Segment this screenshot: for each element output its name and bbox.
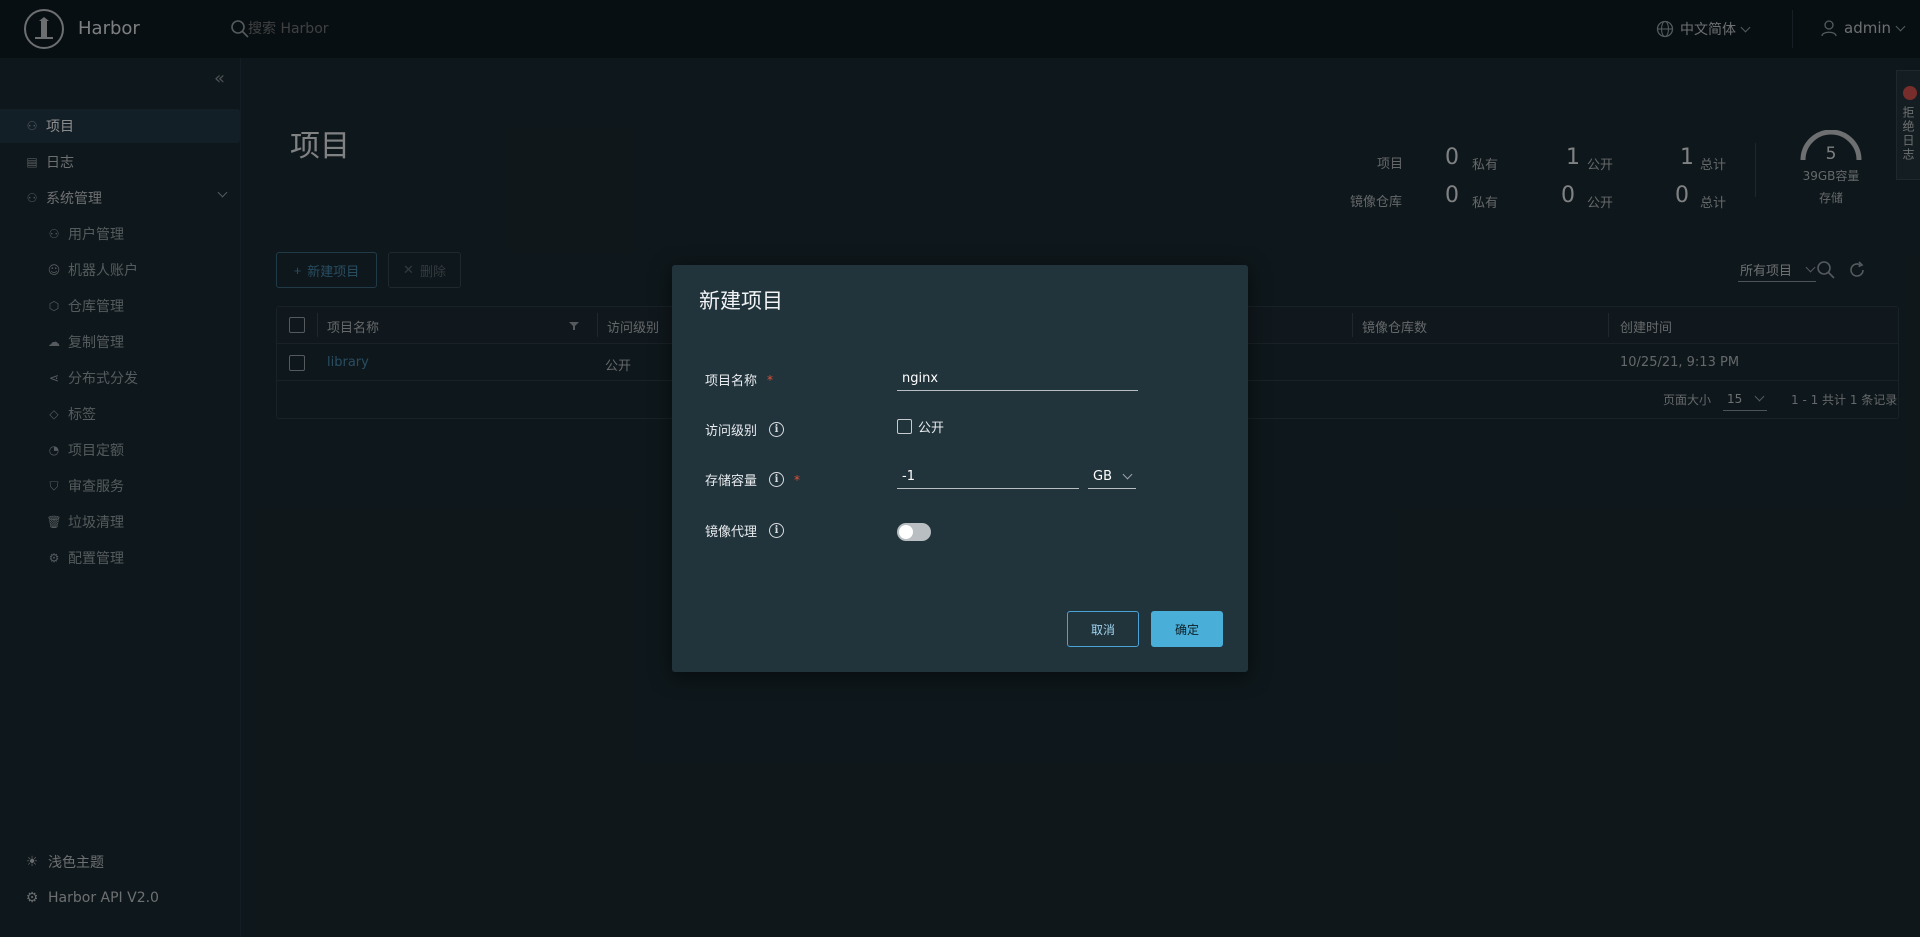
access-level-text: 访问级别: [705, 424, 758, 439]
project-name-label: 项目名称 *: [705, 370, 774, 390]
public-checkbox-group[interactable]: 公开: [897, 417, 944, 436]
storage-unit-select[interactable]: GB: [1088, 465, 1136, 489]
storage-quota-text: 存储容量: [705, 474, 758, 489]
project-name-text: 项目名称: [705, 374, 758, 389]
info-icon[interactable]: i: [769, 422, 785, 437]
cancel-button[interactable]: 取消: [1067, 611, 1139, 647]
required-marker: *: [794, 472, 801, 487]
dialog-title: 新建项目: [699, 289, 783, 313]
required-marker: *: [767, 372, 774, 387]
access-level-label: 访问级别 i: [705, 420, 785, 439]
public-checkbox[interactable]: [897, 419, 912, 434]
proxy-cache-label: 镜像代理 i: [705, 521, 785, 540]
chevron-down-icon: [1122, 469, 1133, 480]
storage-quota-input[interactable]: [897, 465, 1079, 489]
info-icon[interactable]: i: [769, 523, 785, 538]
storage-quota-label: 存储容量 i *: [705, 470, 800, 489]
info-icon[interactable]: i: [769, 472, 785, 487]
project-name-input[interactable]: [897, 367, 1138, 391]
confirm-button[interactable]: 确定: [1151, 611, 1223, 647]
public-checkbox-label[interactable]: 公开: [918, 417, 944, 436]
new-project-dialog: 新建项目 项目名称 * 访问级别 i 公开 存储容量 i * GB 镜像代理 i 取…: [672, 265, 1248, 672]
proxy-cache-text: 镜像代理: [705, 525, 758, 540]
toggle-knob: [899, 525, 913, 539]
storage-unit-value: GB: [1093, 469, 1112, 484]
proxy-cache-toggle[interactable]: [897, 523, 931, 541]
